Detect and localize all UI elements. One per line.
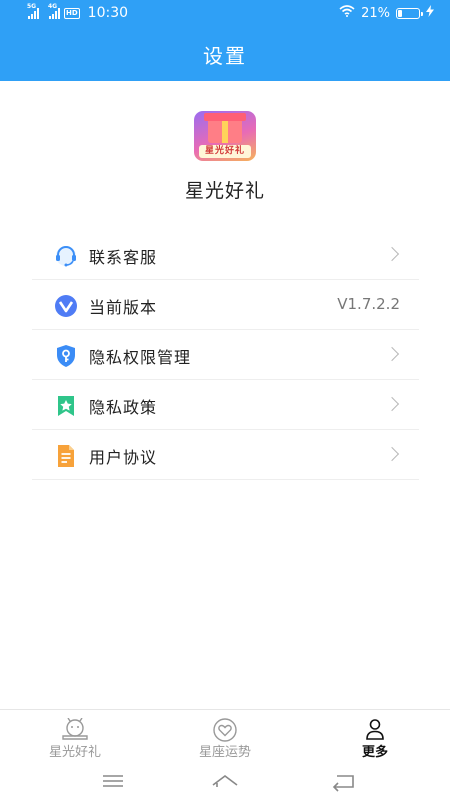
menu-item-label: 隐私政策 (89, 398, 158, 417)
cell-signal-icon-2: 4G (48, 3, 60, 19)
hd-badge: HD (64, 7, 80, 19)
chevron-right-icon (384, 446, 400, 462)
network-type-label: 5G (27, 3, 37, 10)
chevron-right-icon (384, 396, 400, 412)
system-nav-bar (0, 764, 450, 800)
menu-item-user-agreement[interactable]: 用户协议 (32, 430, 419, 480)
menu-item-privacy-permissions[interactable]: 隐私权限管理 (32, 330, 419, 380)
gift-box-icon (204, 113, 246, 143)
menu-item-privacy-policy[interactable]: 隐私政策 (32, 380, 419, 430)
home-icon[interactable] (210, 770, 240, 792)
app-logo-text: 星光好礼 (199, 145, 251, 158)
app-logo: 星光好礼 (194, 111, 256, 161)
page-title: 设置 (203, 44, 247, 68)
status-time: 10:30 (87, 5, 129, 21)
tab-label: 星光好礼 (48, 745, 101, 760)
tab-xingguang-haoli[interactable]: 星光好礼 (0, 710, 150, 765)
menu-item-label: 隐私权限管理 (89, 348, 192, 367)
app-name: 星光好礼 (184, 180, 265, 202)
settings-menu: 联系客服 当前版本 V1.7.2.2 隐私权限管理 隐私政策 用户协议 (32, 230, 419, 480)
version-value: V1.7.2.2 (337, 295, 400, 313)
chevron-right-icon (384, 346, 400, 362)
chevron-right-icon (384, 246, 400, 262)
menu-item-label: 当前版本 (89, 298, 158, 317)
version-icon (53, 294, 77, 317)
cell-signal-icon: 5G (27, 3, 39, 19)
menu-item-label: 联系客服 (89, 248, 158, 267)
tab-label: 星座运势 (198, 745, 251, 760)
bottom-tab-bar: 星光好礼 星座运势 更多 (0, 709, 450, 764)
tab-horoscope[interactable]: 星座运势 (150, 710, 300, 765)
tab-more[interactable]: 更多 (300, 710, 450, 765)
privacy-star-icon (53, 394, 77, 416)
headset-icon (53, 244, 77, 267)
status-bar: 5G 4G HD 10:30 21% (0, 0, 450, 28)
wifi-icon (339, 5, 355, 21)
back-icon[interactable] (329, 770, 359, 792)
tab-label: 更多 (361, 745, 388, 760)
battery-icon (396, 7, 423, 19)
menu-icon[interactable] (98, 770, 128, 792)
charging-icon (426, 5, 434, 21)
battery-percent: 21% (361, 5, 390, 21)
menu-item-customer-service[interactable]: 联系客服 (32, 230, 419, 280)
menu-item-label: 用户协议 (89, 448, 158, 467)
app-header: 5G 4G HD 10:30 21% 设置 (0, 0, 450, 81)
shield-key-icon (53, 344, 77, 367)
network-type-label-2: 4G (48, 3, 58, 10)
menu-item-current-version[interactable]: 当前版本 V1.7.2.2 (32, 280, 419, 330)
document-icon (53, 444, 77, 467)
